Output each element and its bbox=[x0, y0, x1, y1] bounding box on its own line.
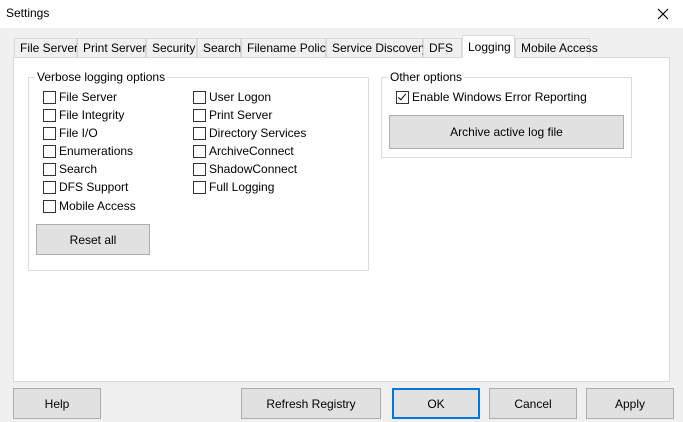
checkbox-box[interactable] bbox=[193, 90, 206, 104]
help-button[interactable]: Help bbox=[13, 388, 101, 419]
logging-tab-panel: Verbose logging options File Server File… bbox=[13, 57, 670, 382]
tab-dfs[interactable]: DFS bbox=[423, 38, 462, 57]
checkbox-box[interactable] bbox=[43, 180, 56, 194]
close-icon bbox=[657, 8, 669, 20]
tab-print-server[interactable]: Print Server bbox=[77, 38, 146, 57]
checkbox-file-integrity[interactable]: File Integrity bbox=[43, 107, 124, 123]
title-bar: Settings bbox=[0, 0, 683, 28]
checkbox-box[interactable] bbox=[396, 90, 409, 104]
checkbox-search[interactable]: Search bbox=[43, 161, 97, 177]
checkbox-box[interactable] bbox=[43, 90, 56, 104]
checkbox-print-server[interactable]: Print Server bbox=[193, 107, 272, 123]
checkbox-enumerations[interactable]: Enumerations bbox=[43, 143, 133, 159]
checkbox-directory-services[interactable]: Directory Services bbox=[193, 125, 306, 141]
tab-filename-policy[interactable]: Filename Policy bbox=[241, 38, 332, 57]
checkbox-shadowconnect[interactable]: ShadowConnect bbox=[193, 161, 297, 177]
reset-all-button[interactable]: Reset all bbox=[36, 224, 150, 255]
apply-button[interactable]: Apply bbox=[586, 388, 674, 419]
checkbox-mobile-access[interactable]: Mobile Access bbox=[43, 198, 136, 214]
checkbox-archiveconnect[interactable]: ArchiveConnect bbox=[193, 143, 294, 159]
archive-active-log-file-button[interactable]: Archive active log file bbox=[389, 115, 624, 149]
checkbox-full-logging[interactable]: Full Logging bbox=[193, 179, 274, 195]
checkbox-box[interactable] bbox=[43, 199, 56, 213]
close-button[interactable] bbox=[643, 0, 683, 28]
tab-logging[interactable]: Logging bbox=[462, 35, 515, 58]
verbose-logging-group: Verbose logging options File Server File… bbox=[28, 70, 369, 271]
checkbox-user-logon[interactable]: User Logon bbox=[193, 89, 271, 105]
ok-button[interactable]: OK bbox=[392, 388, 480, 419]
tab-search[interactable]: Search bbox=[197, 38, 241, 57]
cancel-button[interactable]: Cancel bbox=[489, 388, 577, 419]
checkbox-box[interactable] bbox=[43, 144, 56, 158]
other-options-group: Other options Enable Windows Error Repor… bbox=[381, 70, 632, 158]
tab-service-discovery[interactable]: Service Discovery bbox=[326, 38, 428, 57]
checkbox-box[interactable] bbox=[193, 126, 206, 140]
checkbox-box[interactable] bbox=[193, 162, 206, 176]
checkbox-file-io[interactable]: File I/O bbox=[43, 125, 98, 141]
checkbox-box[interactable] bbox=[43, 162, 56, 176]
tab-mobile-access[interactable]: Mobile Access bbox=[515, 38, 598, 57]
checkbox-box[interactable] bbox=[193, 108, 206, 122]
refresh-registry-button[interactable]: Refresh Registry bbox=[241, 388, 381, 419]
tab-security[interactable]: Security bbox=[146, 38, 197, 57]
checkbox-file-server[interactable]: File Server bbox=[43, 89, 117, 105]
checkbox-dfs-support[interactable]: DFS Support bbox=[43, 179, 128, 195]
tab-file-server[interactable]: File Server bbox=[14, 38, 78, 57]
checkbox-enable-windows-error-reporting[interactable]: Enable Windows Error Reporting bbox=[396, 89, 587, 105]
window-title: Settings bbox=[6, 6, 50, 20]
checkbox-box[interactable] bbox=[43, 108, 56, 122]
verbose-logging-title: Verbose logging options bbox=[35, 70, 168, 84]
checkbox-box[interactable] bbox=[193, 180, 206, 194]
other-options-title: Other options bbox=[388, 70, 465, 84]
checkbox-box[interactable] bbox=[43, 126, 56, 140]
checkbox-box[interactable] bbox=[193, 144, 206, 158]
